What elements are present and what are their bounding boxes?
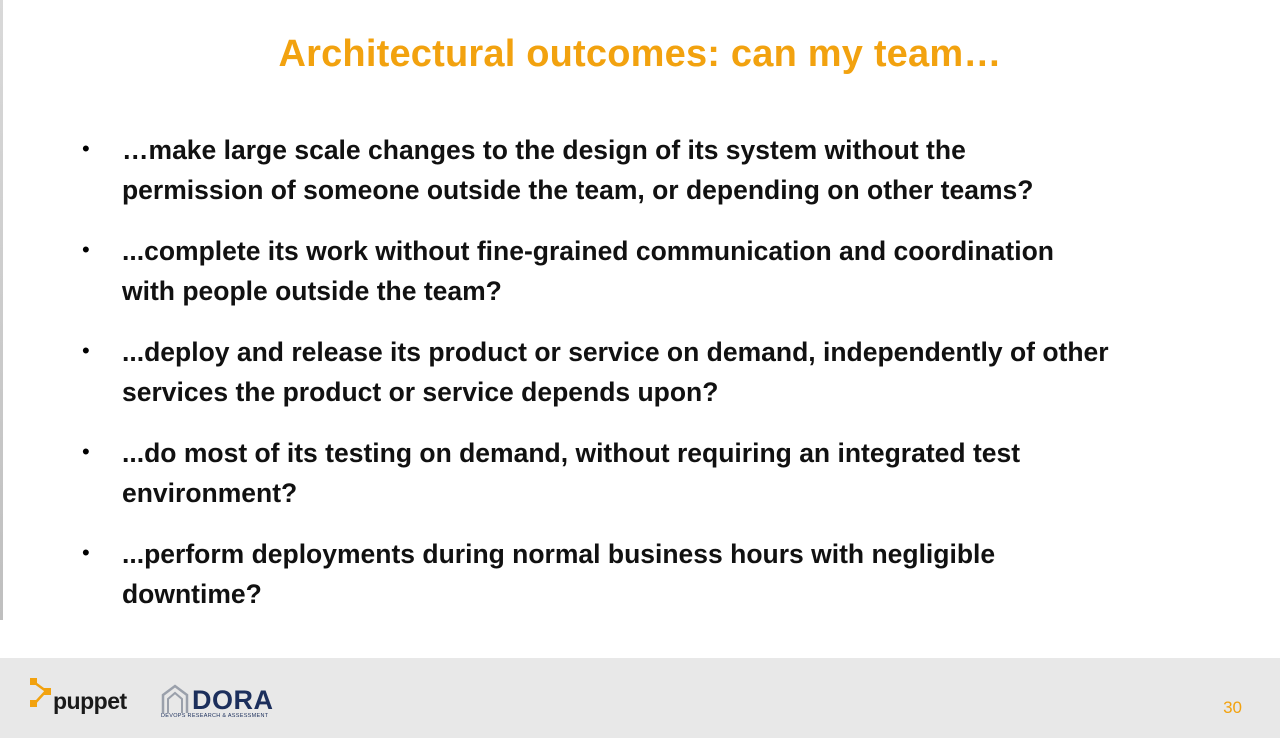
bullet-dot: • [82, 439, 90, 464]
bullet-item: • …make large scale changes to the desig… [82, 130, 1252, 231]
bullet-line: ...do most of its testing on demand, wit… [122, 438, 1021, 468]
page-number: 30 [1223, 698, 1242, 717]
left-edge-shadow [0, 0, 3, 620]
bullet-line: …make large scale changes to the design … [122, 135, 966, 165]
bullet-item: • ...do most of its testing on demand, w… [82, 433, 1252, 534]
bullet-line: with people outside the team? [122, 276, 502, 306]
bullet-item: • ...perform deployments during normal b… [82, 534, 1252, 635]
dora-logo-subtitle: DEVOPS RESEARCH & ASSESSMENT [161, 713, 269, 719]
bullet-dot: • [82, 540, 90, 565]
bullet-line: downtime? [122, 579, 262, 609]
bullet-line: ...deploy and release its product or ser… [122, 337, 1109, 367]
bullet-line: environment? [122, 478, 298, 508]
bullet-line: services the product or service depends … [122, 377, 719, 407]
bullet-line: permission of someone outside the team, … [122, 175, 1034, 205]
bullet-line: ...perform deployments during normal bus… [122, 539, 996, 569]
bullet-dot: • [82, 237, 90, 262]
bullet-dot: • [82, 338, 90, 363]
bullet-list: • …make large scale changes to the desig… [82, 130, 1252, 635]
puppet-logo-text: puppet [53, 688, 127, 714]
dora-logo-text: DORA [192, 685, 274, 715]
slide-title: Architectural outcomes: can my team… [278, 33, 1002, 75]
bullet-line: ...complete its work without fine-graine… [122, 236, 1054, 266]
bullet-dot: • [82, 136, 90, 161]
bullet-item: • ...complete its work without fine-grai… [82, 231, 1252, 332]
bullet-item: • ...deploy and release its product or s… [82, 332, 1252, 433]
slide-canvas: Architectural outcomes: can my team… • …… [0, 0, 1280, 658]
